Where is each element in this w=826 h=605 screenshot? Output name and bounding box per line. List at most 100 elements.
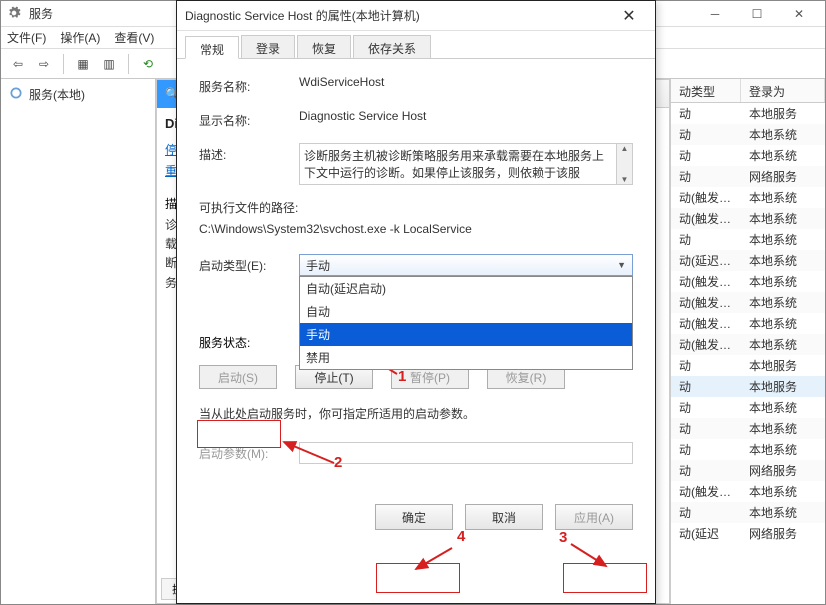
dialog-footer: 确定 取消 应用(A) — [177, 504, 655, 544]
desc-scrollbar[interactable]: ▲▼ — [617, 143, 633, 185]
exe-path: C:\Windows\System32\svchost.exe -k Local… — [199, 222, 633, 236]
status-label: 服务状态: — [199, 334, 299, 351]
cell-logon: 网络服务 — [741, 523, 825, 544]
cell-startup: 动 — [671, 460, 741, 481]
cell-logon: 本地系统 — [741, 481, 825, 502]
cell-logon: 本地服务 — [741, 103, 825, 124]
tab-bar: 常规 登录 恢复 依存关系 — [177, 31, 655, 59]
gear-icon — [7, 6, 23, 22]
cell-logon: 本地系统 — [741, 334, 825, 355]
table-row[interactable]: 动(触发…本地系统 — [671, 187, 825, 208]
table-row[interactable]: 动(触发…本地系统 — [671, 208, 825, 229]
tree-pane: 服务(本地) — [1, 79, 156, 604]
cancel-button[interactable]: 取消 — [465, 504, 543, 530]
close-button[interactable]: ✕ — [779, 4, 819, 24]
cell-logon: 网络服务 — [741, 166, 825, 187]
tab-deps[interactable]: 依存关系 — [353, 35, 431, 58]
gear-icon — [9, 86, 23, 103]
menu-action[interactable]: 操作(A) — [60, 29, 100, 46]
table-row[interactable]: 动本地系统 — [671, 229, 825, 250]
table-row[interactable]: 动本地系统 — [671, 502, 825, 523]
cell-logon: 本地服务 — [741, 355, 825, 376]
dd-manual[interactable]: 手动 — [300, 323, 632, 346]
cell-startup: 动 — [671, 418, 741, 439]
table-header: 动类型 登录为 — [671, 79, 825, 103]
cell-logon: 本地系统 — [741, 313, 825, 334]
forward-button[interactable]: ⇨ — [33, 53, 55, 75]
table-row[interactable]: 动本地服务 — [671, 376, 825, 397]
table-row[interactable]: 动本地系统 — [671, 418, 825, 439]
startup-type-label: 启动类型(E): — [199, 254, 299, 274]
tree-root[interactable]: 服务(本地) — [5, 83, 151, 106]
menu-view[interactable]: 查看(V) — [114, 29, 154, 46]
cell-startup: 动(触发… — [671, 208, 741, 229]
table-row[interactable]: 动(触发…本地系统 — [671, 271, 825, 292]
show-hide-button[interactable]: ▦ — [72, 53, 94, 75]
table-row[interactable]: 动网络服务 — [671, 460, 825, 481]
table-body: 动本地服务动本地系统动本地系统动网络服务动(触发…本地系统动(触发…本地系统动本… — [671, 103, 825, 544]
col-logon[interactable]: 登录为 — [741, 79, 825, 102]
table-row[interactable]: 动(触发…本地系统 — [671, 481, 825, 502]
col-startup[interactable]: 动类型 — [671, 79, 741, 102]
tab-logon[interactable]: 登录 — [241, 35, 295, 58]
cell-startup: 动 — [671, 166, 741, 187]
table-row[interactable]: 动(触发…本地系统 — [671, 292, 825, 313]
cell-logon: 本地系统 — [741, 208, 825, 229]
table-row[interactable]: 动(触发…本地系统 — [671, 313, 825, 334]
table-row[interactable]: 动(触发…本地系统 — [671, 334, 825, 355]
dialog-titlebar: Diagnostic Service Host 的属性(本地计算机) ✕ — [177, 1, 655, 31]
table-row[interactable]: 动(延迟…本地系统 — [671, 250, 825, 271]
cell-startup: 动(延迟 — [671, 523, 741, 544]
table-row[interactable]: 动本地服务 — [671, 355, 825, 376]
desc-textarea[interactable]: 诊断服务主机被诊断策略服务用来承载需要在本地服务上下文中运行的诊断。如果停止该服… — [299, 143, 617, 185]
startup-type-dropdown[interactable]: 手动 ▼ — [299, 254, 633, 276]
cell-startup: 动 — [671, 376, 741, 397]
cell-startup: 动 — [671, 355, 741, 376]
cell-startup: 动(延迟… — [671, 250, 741, 271]
param-label: 启动参数(M): — [199, 445, 299, 462]
maximize-button[interactable]: ☐ — [737, 4, 777, 24]
tab-general[interactable]: 常规 — [185, 36, 239, 59]
dropdown-value: 手动 — [306, 257, 330, 274]
tab-recovery[interactable]: 恢复 — [297, 35, 351, 58]
export-list-button[interactable]: ▥ — [98, 53, 120, 75]
dd-delayed[interactable]: 自动(延迟启动) — [300, 277, 632, 300]
cell-startup: 动 — [671, 439, 741, 460]
chevron-up-icon[interactable]: ▲ — [617, 144, 632, 153]
service-table: 动类型 登录为 动本地服务动本地系统动本地系统动网络服务动(触发…本地系统动(触… — [670, 79, 825, 604]
dd-disabled[interactable]: 禁用 — [300, 346, 632, 369]
table-row[interactable]: 动(延迟网络服务 — [671, 523, 825, 544]
table-row[interactable]: 动本地服务 — [671, 103, 825, 124]
close-icon[interactable]: ✕ — [611, 4, 647, 28]
hint-text: 当从此处启动服务时，你可指定所适用的启动参数。 — [199, 405, 633, 422]
cell-startup: 动(触发… — [671, 292, 741, 313]
ok-button[interactable]: 确定 — [375, 504, 453, 530]
cell-logon: 本地系统 — [741, 397, 825, 418]
back-button[interactable]: ⇦ — [7, 53, 29, 75]
chevron-down-icon[interactable]: ▼ — [617, 175, 632, 184]
service-name-label: 服务名称: — [199, 75, 299, 95]
minimize-button[interactable]: ─ — [695, 4, 735, 24]
display-name-value: Diagnostic Service Host — [299, 109, 633, 123]
cell-logon: 本地系统 — [741, 439, 825, 460]
cell-logon: 本地系统 — [741, 418, 825, 439]
cell-startup: 动 — [671, 145, 741, 166]
menu-file[interactable]: 文件(F) — [7, 29, 46, 46]
properties-dialog: Diagnostic Service Host 的属性(本地计算机) ✕ 常规 … — [176, 0, 656, 604]
apply-button[interactable]: 应用(A) — [555, 504, 633, 530]
table-row[interactable]: 动本地系统 — [671, 145, 825, 166]
dialog-title: Diagnostic Service Host 的属性(本地计算机) — [185, 7, 611, 24]
table-row[interactable]: 动网络服务 — [671, 166, 825, 187]
table-row[interactable]: 动本地系统 — [671, 124, 825, 145]
cell-startup: 动(触发… — [671, 313, 741, 334]
param-input[interactable] — [299, 442, 633, 464]
cell-logon: 本地系统 — [741, 124, 825, 145]
table-row[interactable]: 动本地系统 — [671, 397, 825, 418]
dd-auto[interactable]: 自动 — [300, 300, 632, 323]
cell-logon: 本地服务 — [741, 376, 825, 397]
refresh-button[interactable]: ⟲ — [137, 53, 159, 75]
cell-logon: 网络服务 — [741, 460, 825, 481]
table-row[interactable]: 动本地系统 — [671, 439, 825, 460]
dropdown-list: 自动(延迟启动) 自动 手动 禁用 — [299, 276, 633, 370]
start-button[interactable]: 启动(S) — [199, 365, 277, 389]
